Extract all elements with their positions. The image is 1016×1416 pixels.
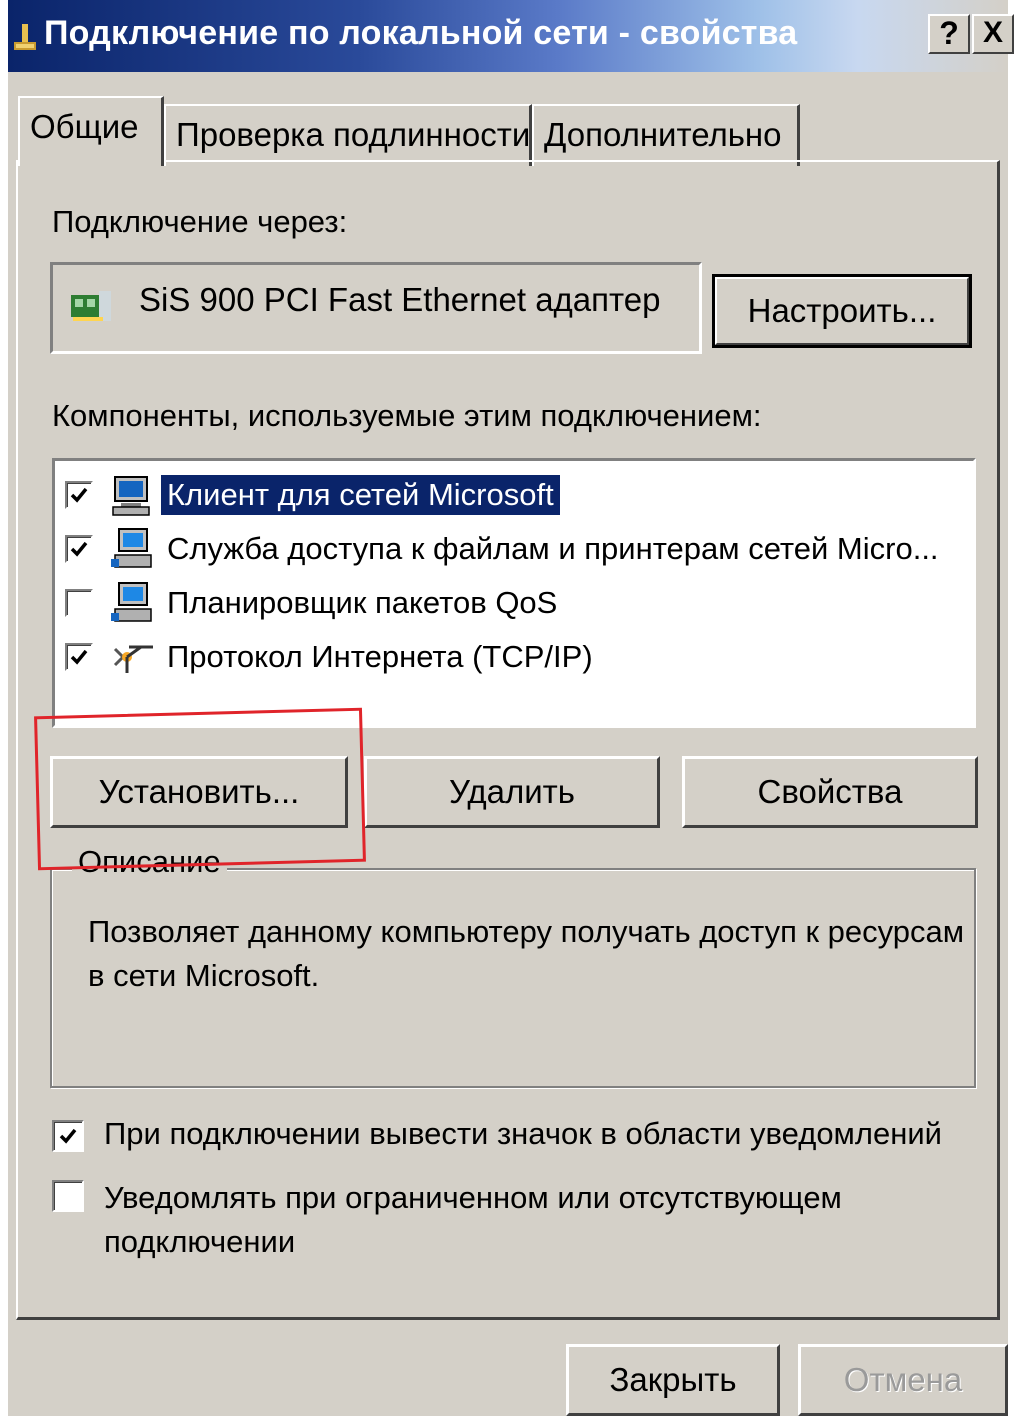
notify-option[interactable]: Уведомлять при ограниченном или отсутств… — [52, 1176, 884, 1264]
description-title: Описание — [72, 844, 227, 880]
window-title: Подключение по локальной сети - свойства — [44, 14, 798, 52]
check-mark-icon — [70, 649, 88, 665]
list-item[interactable]: Планировщик пакетов QoS — [65, 577, 563, 629]
component-checkbox[interactable] — [65, 643, 93, 671]
install-button[interactable]: Установить... — [50, 756, 348, 828]
component-label: Планировщик пакетов QoS — [167, 585, 558, 620]
check-mark-icon — [59, 1128, 77, 1144]
network-client-icon — [112, 476, 150, 516]
protocol-icon — [113, 645, 153, 673]
list-item[interactable]: Клиент для сетей Microsoft — [65, 469, 560, 521]
description-group: Описание Позволяет данному компьютеру по… — [50, 844, 976, 1088]
component-checkbox[interactable] — [65, 535, 93, 563]
remove-button[interactable]: Удалить — [364, 756, 660, 828]
properties-dialog: Подключение по локальной сети - свойства… — [8, 0, 1014, 1416]
configure-button[interactable]: Настроить... — [712, 274, 972, 348]
component-label: Служба доступа к файлам и принтерам сете… — [167, 531, 939, 566]
description-text: Позволяет данному компьютеру получать до… — [88, 914, 965, 993]
components-label: Компоненты, используемые этим подключени… — [52, 398, 762, 433]
notify-label: Уведомлять при ограниченном или отсутств… — [104, 1180, 842, 1259]
close-button[interactable]: Закрыть — [566, 1344, 780, 1416]
component-checkbox[interactable] — [65, 481, 93, 509]
network-adapter-icon — [71, 291, 111, 321]
tab-general[interactable]: Общие — [18, 96, 164, 166]
network-connection-icon — [14, 24, 36, 50]
component-checkbox[interactable] — [65, 589, 93, 617]
components-list[interactable]: Клиент для сетей Microsoft Служба доступ… — [52, 458, 976, 728]
adapter-field: SiS 900 PCI Fast Ethernet адаптер — [50, 262, 702, 354]
close-window-button[interactable]: X — [972, 14, 1014, 54]
connect-using-label: Подключение через: — [52, 204, 348, 239]
tab-authentication[interactable]: Проверка подлинности — [164, 104, 532, 166]
notify-checkbox[interactable] — [52, 1180, 84, 1212]
show-icon-label: При подключении вывести значок в области… — [104, 1116, 942, 1151]
network-service-icon — [111, 528, 152, 568]
component-label: Протокол Интернета (TCP/IP) — [167, 639, 593, 674]
adapter-name: SiS 900 PCI Fast Ethernet адаптер — [139, 281, 661, 318]
check-mark-icon — [70, 487, 88, 503]
check-mark-icon — [70, 541, 88, 557]
list-item[interactable]: Протокол Интернета (TCP/IP) — [65, 631, 599, 683]
tab-advanced[interactable]: Дополнительно — [532, 104, 800, 166]
properties-button[interactable]: Свойства — [682, 756, 978, 828]
list-item[interactable]: Служба доступа к файлам и принтерам сете… — [65, 523, 945, 575]
show-icon-checkbox[interactable] — [52, 1120, 84, 1152]
show-icon-option[interactable]: При подключении вывести значок в области… — [52, 1116, 942, 1152]
network-service-icon — [111, 582, 152, 622]
cancel-button[interactable]: Отмена — [798, 1344, 1008, 1416]
title-bar[interactable]: Подключение по локальной сети - свойства… — [8, 0, 1014, 72]
help-button[interactable]: ? — [928, 14, 970, 54]
component-label: Клиент для сетей Microsoft — [161, 475, 560, 515]
